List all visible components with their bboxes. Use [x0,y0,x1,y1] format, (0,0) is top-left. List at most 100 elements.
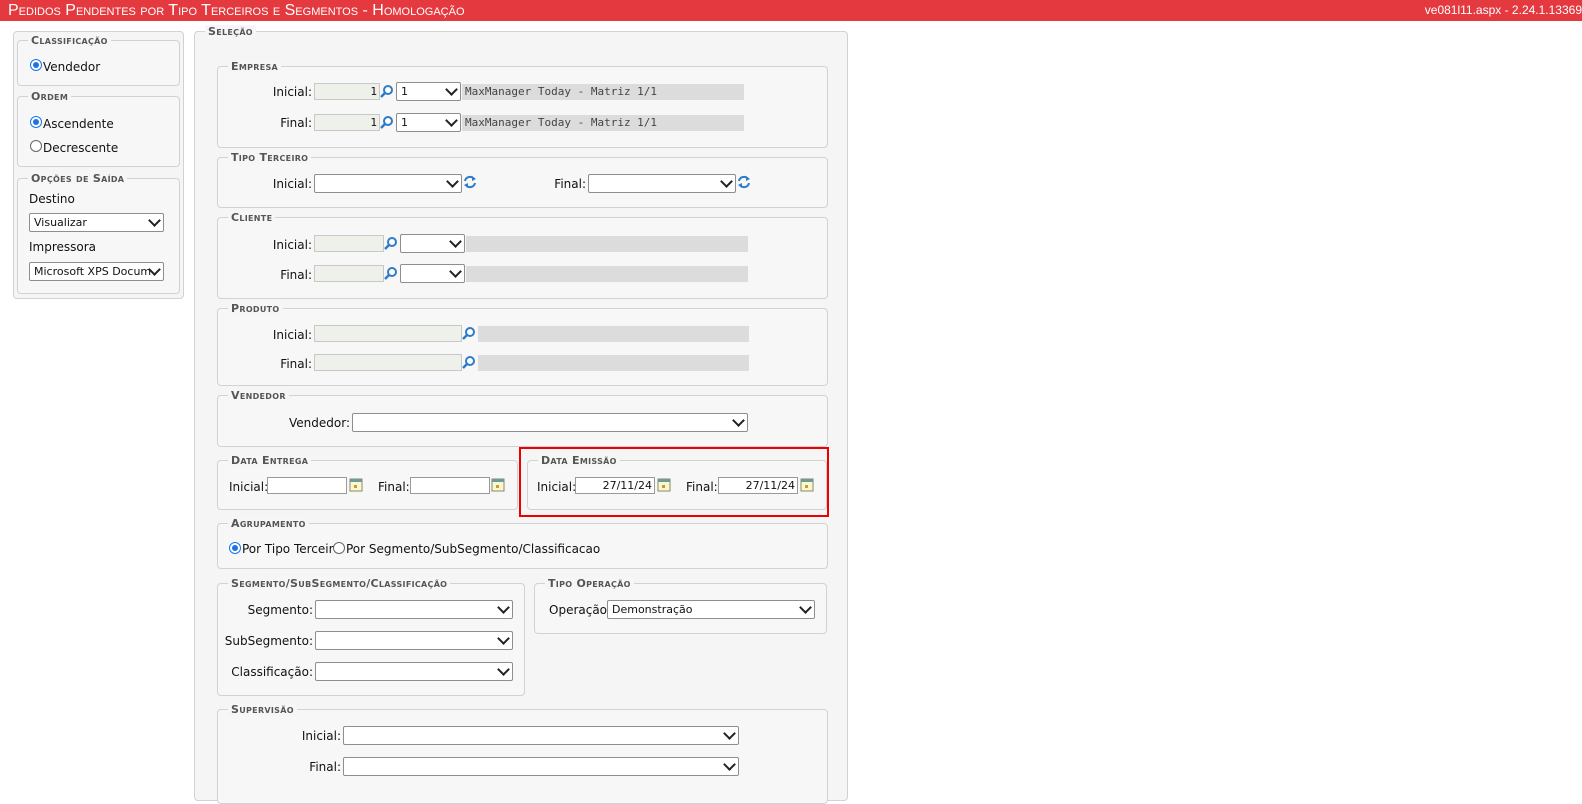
refresh-icon[interactable] [737,175,751,189]
classificacao-select[interactable] [315,662,513,681]
refresh-icon[interactable] [463,175,477,189]
chevron-down-icon [449,265,462,278]
radio-por-segmento[interactable] [333,542,345,554]
tipo-terceiro-legend: Tipo Terceiro [228,151,312,164]
destino-label: Destino [29,192,75,206]
cliente-inicial-select[interactable] [400,234,465,253]
tipo-operacao-legend: Tipo Operação [545,577,634,590]
chevron-down-icon [497,632,510,645]
empresa-inicial-desc: MaxManager Today - Matriz 1/1 [462,84,744,100]
calendar-icon[interactable] [657,478,671,492]
classificacao-legend: Classificação [28,34,111,47]
search-icon[interactable] [380,115,394,129]
data-entrega-inicial-input[interactable] [267,477,347,494]
empresa-inicial-select[interactable]: 1 [396,82,461,101]
radio-vendedor[interactable] [30,59,42,71]
cliente-final-label: Final: [280,268,312,282]
impressora-select[interactable]: Microsoft XPS Docum [29,262,164,281]
chevron-down-icon [799,601,812,614]
data-emissao-final-input[interactable]: 27/11/24 [718,477,798,494]
empresa-final-select-value: 1 [401,116,408,129]
subsegmento-label: SubSegmento: [224,634,313,648]
chevron-down-icon [723,727,736,740]
search-icon[interactable] [462,355,476,369]
chevron-down-icon [449,235,462,248]
search-icon[interactable] [462,326,476,340]
chevron-down-icon [497,601,510,614]
cliente-inicial-code[interactable] [314,235,384,252]
produto-inicial-code[interactable] [314,325,462,342]
produto-final-desc [478,355,749,371]
selecao-legend: Seleção [205,25,256,38]
chevron-down-icon [497,663,510,676]
data-emissao-inicial-input[interactable]: 27/11/24 [575,477,655,494]
empresa-final-select[interactable]: 1 [396,113,461,132]
segmento-label: Segmento: [247,603,313,617]
radio-por-tipo-terceiro[interactable] [229,542,241,554]
calendar-icon[interactable] [491,478,505,492]
empresa-inicial-select-value: 1 [401,85,408,98]
opcoes-saida-legend: Opções de Saída [28,172,128,185]
cliente-final-select[interactable] [400,264,465,283]
supervisao-inicial-select[interactable] [343,726,739,745]
tipo-terceiro-inicial-label: Inicial: [272,177,312,191]
search-icon[interactable] [384,266,398,280]
cliente-final-code[interactable] [314,265,384,282]
classificacao-label: Classificação: [231,665,313,679]
chevron-down-icon [148,214,161,227]
radio-decrescente-label[interactable]: Decrescente [43,140,118,156]
calendar-icon[interactable] [800,478,814,492]
cliente-fieldset: Cliente [217,211,828,299]
cliente-final-desc [466,266,748,282]
page-title: Pedidos Pendentes por Tipo Terceiros e S… [8,2,465,19]
empresa-inicial-code[interactable]: 1 [314,83,380,100]
chevron-down-icon [445,83,458,96]
supervisao-final-select[interactable] [343,757,739,776]
chevron-down-icon [723,758,736,771]
cliente-inicial-desc [466,236,748,252]
segmento-legend: Segmento/SubSegmento/Classificação [228,577,451,590]
tipo-terceiro-final-label: Final: [554,177,586,191]
vendedor-label: Vendedor: [289,416,350,430]
produto-final-code[interactable] [314,354,462,371]
supervisao-legend: Supervisão [228,703,297,716]
radio-decrescente[interactable] [30,140,42,152]
operacao-select-value: Demonstração [612,603,693,616]
subsegmento-select[interactable] [315,631,513,650]
version-label: ve081l11.aspx - 2.24.1.13369 [1424,3,1582,17]
data-emissao-final-label: Final: [686,480,718,494]
vendedor-select[interactable] [352,413,748,432]
empresa-final-label: Final: [280,116,312,130]
radio-ascendente[interactable] [30,116,42,128]
tipo-terceiro-inicial-select[interactable] [314,174,462,193]
calendar-icon[interactable] [349,478,363,492]
cliente-inicial-label: Inicial: [272,238,312,252]
search-icon[interactable] [380,84,394,98]
radio-vendedor-label[interactable]: Vendedor [43,59,100,75]
data-entrega-final-input[interactable] [410,477,490,494]
radio-ascendente-label[interactable]: Ascendente [43,116,114,132]
chevron-down-icon [445,114,458,127]
operacao-select[interactable]: Demonstração [607,600,815,619]
tipo-terceiro-final-select[interactable] [588,174,736,193]
chevron-down-icon [732,414,745,427]
operacao-label: Operação: [549,603,612,617]
produto-legend: Produto [228,302,283,315]
destino-select[interactable]: Visualizar [29,213,164,232]
chevron-down-icon [446,175,459,188]
search-icon[interactable] [384,236,398,250]
impressora-label: Impressora [29,240,97,254]
impressora-select-value: Microsoft XPS Docum [34,265,152,278]
produto-inicial-desc [478,326,749,342]
empresa-inicial-label: Inicial: [272,85,312,99]
produto-inicial-label: Inicial: [272,328,312,342]
empresa-final-desc: MaxManager Today - Matriz 1/1 [462,115,744,131]
radio-por-segmento-label[interactable]: Por Segmento/SubSegmento/Classificacao [346,541,600,557]
vendedor-legend: Vendedor [228,389,289,402]
radio-por-tipo-terceiro-label[interactable]: Por Tipo Terceiro [242,541,341,557]
segmento-select[interactable] [315,600,513,619]
cliente-legend: Cliente [228,211,276,224]
empresa-fieldset: Empresa [217,60,828,148]
empresa-final-code[interactable]: 1 [314,114,380,131]
supervisao-final-label: Final: [309,760,341,774]
